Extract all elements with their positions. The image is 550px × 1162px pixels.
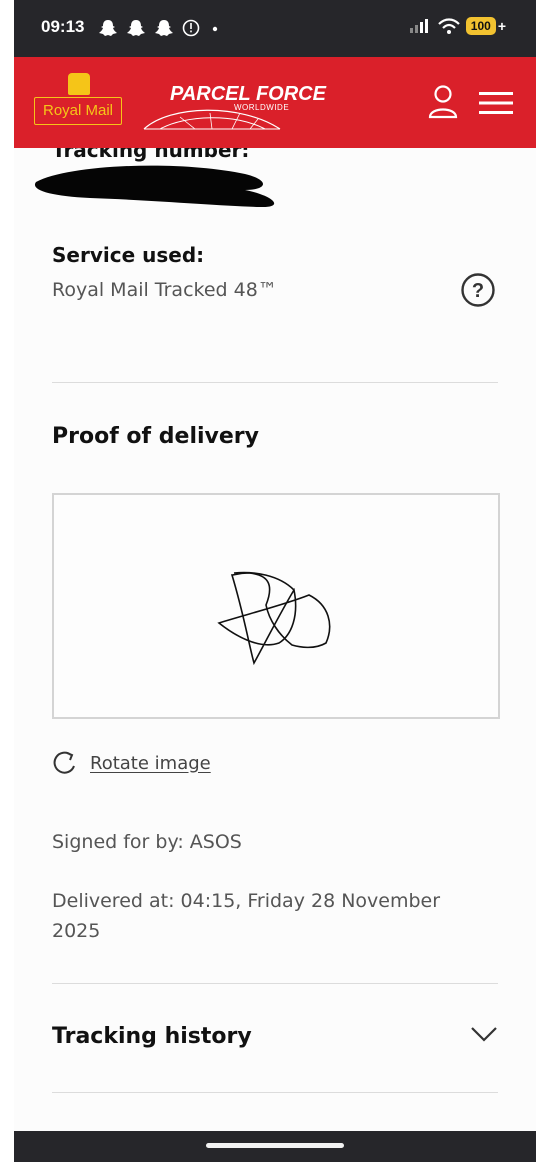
delivered-at: Delivered at: 04:15, Friday 28 November … [52,890,441,942]
signal-icon [409,19,428,33]
snapchat-icon [127,20,145,36]
home-indicator[interactable] [206,1143,344,1148]
parcelforce-logo[interactable]: PARCEL FORCE WORLDWIDE [140,83,326,133]
snapchat-icon [99,20,117,36]
svg-text:?: ? [472,280,484,302]
divider [52,382,498,383]
rotate-image-label[interactable]: Rotate image [90,753,211,774]
notification-icons [98,18,222,38]
wifi-icon [438,18,460,34]
royal-mail-logo-text: Royal Mail [42,102,114,119]
signed-for-by: Signed for by: ASOS [52,831,242,853]
user-icon[interactable] [428,85,458,119]
redaction-scribble [34,165,275,208]
battery-indicator: 100 [465,17,496,35]
status-time: 09:13 [41,17,85,36]
divider [52,983,498,984]
rotate-image-link[interactable]: Rotate image [52,750,211,776]
service-used-value: Royal Mail Tracked 48™ [52,279,277,301]
snapchat-icon [155,20,173,36]
menu-icon[interactable] [479,91,513,115]
help-icon[interactable]: ? [461,273,495,307]
royal-mail-logo[interactable]: Royal Mail [32,73,124,131]
parcelforce-sub-text: WORLDWIDE [234,103,290,112]
service-used-label: Service used: [52,243,205,267]
royal-mail-badge: Royal Mail [34,97,122,125]
rotate-icon [53,751,75,774]
dot-icon [212,26,218,32]
system-status: 100 + [409,17,506,35]
battery-charging-plus: + [497,18,506,34]
crown-icon [68,73,90,95]
signature-image [52,493,500,719]
signature-drawing [217,571,331,666]
site-header: Royal Mail PARCEL FORCE WORLDWIDE [14,57,536,148]
status-bar: 09:13 100 + [14,0,536,57]
alert-icon [182,19,200,37]
app-frame: Tracking number: Service used: Royal Mai… [14,0,536,1162]
chevron-down-icon[interactable] [470,1024,498,1044]
proof-of-delivery-title: Proof of delivery [52,424,259,449]
tracking-history-toggle[interactable]: Tracking history [52,1024,252,1049]
divider [52,1092,498,1093]
